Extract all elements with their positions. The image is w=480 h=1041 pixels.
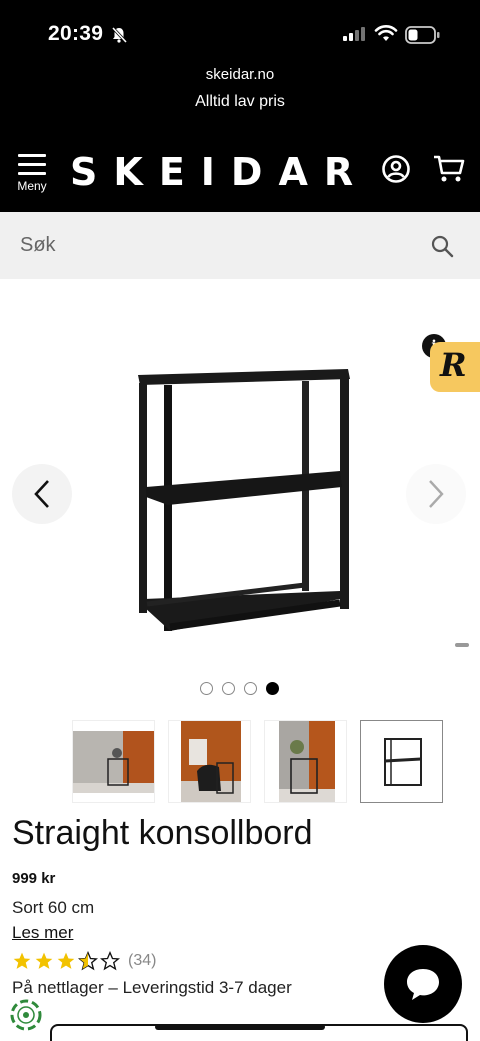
product-rating[interactable]: (34) <box>12 951 156 971</box>
thumbnail-4[interactable] <box>360 720 443 803</box>
scroll-indicator <box>455 643 469 647</box>
menu-icon <box>18 154 46 175</box>
search-bar <box>0 212 480 279</box>
battery-icon <box>405 26 441 49</box>
stock-status: På nettlager – Leveringstid 3-7 dager <box>12 978 292 997</box>
star-full-icon <box>13 952 31 969</box>
thumbnail-2[interactable] <box>168 720 251 803</box>
signal-icon <box>343 27 365 41</box>
chevron-right-icon <box>429 480 444 508</box>
gallery-dot-active[interactable] <box>266 682 279 695</box>
thumbnail-3[interactable] <box>264 720 347 803</box>
star-empty-icon <box>100 951 120 971</box>
gallery-dot[interactable] <box>244 682 257 695</box>
read-more-link[interactable]: Les mer <box>12 923 73 943</box>
product-gallery <box>0 279 480 709</box>
search-icon[interactable] <box>430 234 454 263</box>
gallery-dot[interactable] <box>222 682 235 695</box>
chat-bubble-icon <box>407 969 439 1000</box>
next-image-button[interactable] <box>406 464 466 524</box>
product-title: Straight konsollbord <box>12 814 313 852</box>
status-bar: 20:39 <box>0 0 480 60</box>
star-full-icon <box>57 952 75 969</box>
search-input[interactable] <box>0 212 420 279</box>
review-count: (34) <box>128 952 157 969</box>
account-icon[interactable] <box>381 154 411 189</box>
product-variant: Sort 60 cm <box>12 898 95 917</box>
star-full-icon <box>35 952 53 969</box>
site-logo[interactable]: SKEIDAR <box>70 150 369 194</box>
gallery-dots <box>200 682 279 695</box>
chat-button[interactable] <box>384 945 462 1023</box>
promo-banner: skeidar.no Alltid lav pris <box>0 60 480 140</box>
promo-tagline: Alltid lav pris <box>195 93 285 110</box>
eco-badge-icon[interactable] <box>8 997 44 1038</box>
bell-muted-icon <box>110 26 128 49</box>
menu-label: Meny <box>17 179 47 193</box>
star-half-icon <box>78 951 98 971</box>
previous-image-button[interactable] <box>12 464 72 524</box>
chevron-left-icon <box>34 480 49 508</box>
product-price: 999 kr <box>12 870 56 887</box>
status-time: 20:39 <box>48 22 104 45</box>
menu-button[interactable]: Meny <box>12 154 52 204</box>
gallery-dot[interactable] <box>200 682 213 695</box>
product-image <box>130 359 360 639</box>
r-logo-icon: R <box>440 346 467 384</box>
cart-icon[interactable] <box>433 154 465 189</box>
home-indicator <box>155 1024 325 1030</box>
thumbnail-strip <box>72 720 443 803</box>
thumbnail-1[interactable] <box>72 720 155 803</box>
promo-domain: skeidar.no <box>205 66 275 83</box>
reviews-widget-badge[interactable]: R <box>430 342 480 392</box>
site-header: Meny SKEIDAR <box>0 140 480 212</box>
wifi-icon <box>374 24 398 47</box>
